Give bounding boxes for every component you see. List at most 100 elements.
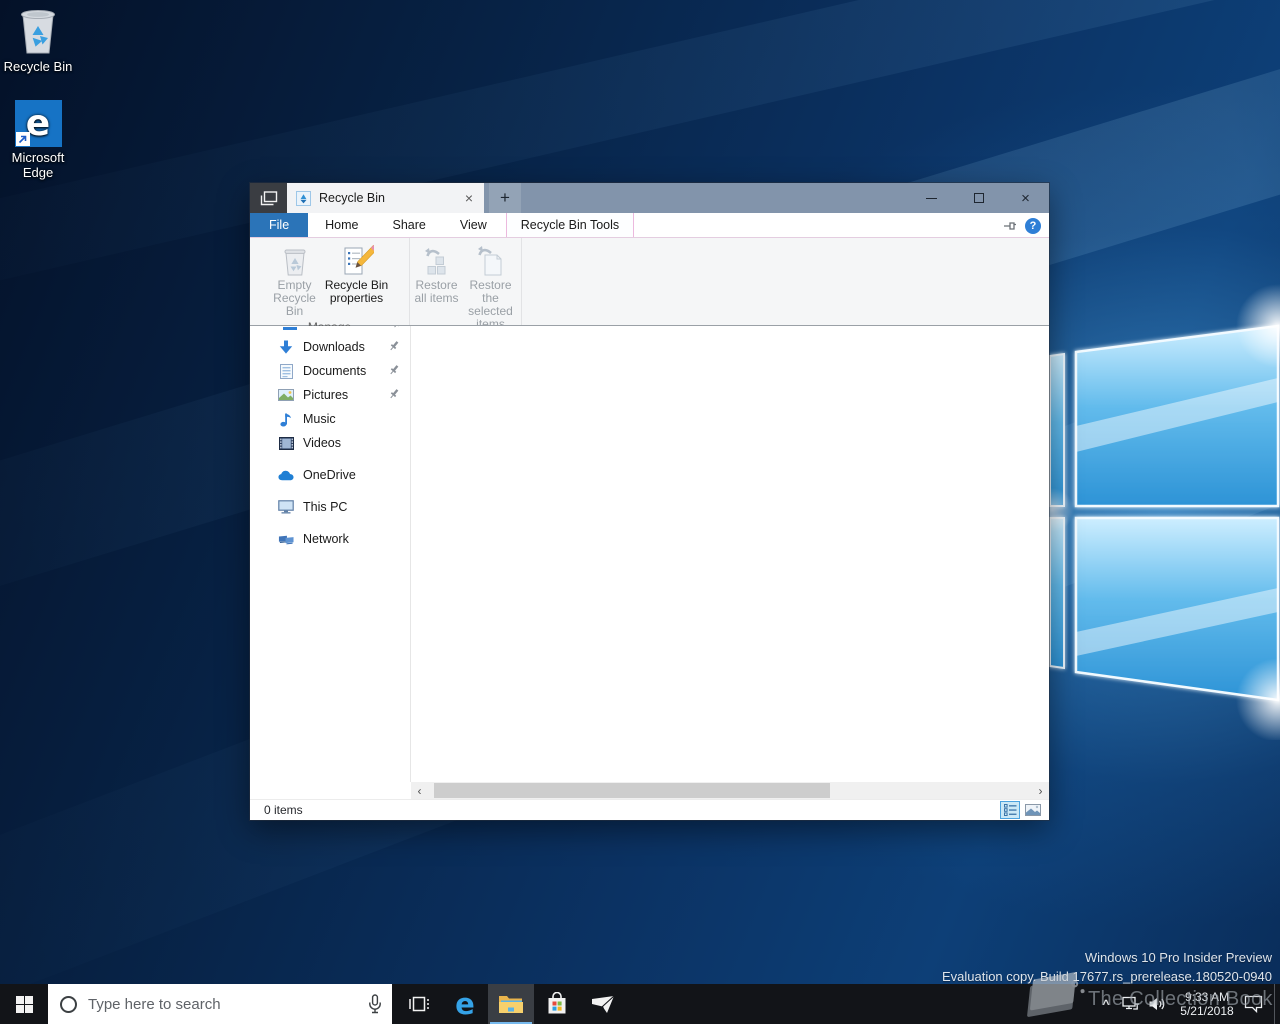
network-icon bbox=[278, 531, 294, 547]
button-label-line2: properties bbox=[329, 291, 384, 305]
details-view-button[interactable] bbox=[1000, 801, 1020, 819]
taskbar-clock[interactable]: 9:33 AM 5/21/2018 bbox=[1170, 984, 1244, 1024]
minimize-button[interactable] bbox=[908, 183, 955, 213]
desktop: Recycle Bin e Microsoft Edge Windows 10 … bbox=[0, 0, 1280, 1024]
menu-home[interactable]: Home bbox=[308, 213, 375, 237]
taskbar-mail-button[interactable] bbox=[580, 984, 626, 1024]
task-view-button[interactable] bbox=[396, 984, 442, 1024]
recycle-bin-icon bbox=[21, 10, 55, 54]
action-center-button[interactable] bbox=[1238, 984, 1268, 1024]
pin-icon bbox=[390, 341, 399, 351]
edge-tile-icon: e bbox=[14, 100, 62, 147]
sidebar-item-label: Pictures bbox=[303, 388, 349, 402]
sidebar-item-network[interactable]: Network bbox=[250, 527, 410, 551]
tab-title: Recycle Bin bbox=[319, 191, 385, 205]
file-list-pane[interactable] bbox=[411, 326, 1049, 782]
sidebar-item-music[interactable]: Music bbox=[250, 407, 410, 431]
tab-close-button[interactable]: × bbox=[460, 189, 478, 207]
ribbon-group-restore: Restore all items Restore the selected i… bbox=[410, 238, 522, 347]
menu-file[interactable]: File bbox=[250, 213, 309, 237]
pin-ribbon-icon[interactable] bbox=[1003, 220, 1017, 232]
window-tab-recycle-bin[interactable]: Recycle Bin × bbox=[287, 183, 484, 213]
thumbnail-view-icon bbox=[1025, 804, 1041, 816]
minimize-icon bbox=[926, 197, 937, 199]
help-button[interactable]: ? bbox=[1025, 217, 1041, 234]
stacked-tabs-icon bbox=[260, 190, 277, 205]
hscroll-row: ‹ › bbox=[250, 782, 1049, 799]
volume-tray-icon[interactable] bbox=[1144, 984, 1170, 1024]
scrollbar-thumb[interactable] bbox=[434, 783, 830, 798]
sidebar-item-label: Downloads bbox=[303, 340, 365, 354]
sidebar-item-videos[interactable]: Videos bbox=[250, 431, 410, 455]
close-button[interactable]: × bbox=[1002, 183, 1049, 213]
clock-date: 5/21/2018 bbox=[1180, 1004, 1234, 1018]
scroll-right-arrow[interactable]: › bbox=[1032, 782, 1049, 799]
store-icon bbox=[548, 992, 566, 1014]
maximize-button[interactable] bbox=[955, 183, 1002, 213]
status-bar: 0 items bbox=[250, 799, 1049, 820]
sidebar-item-label: OneDrive bbox=[303, 468, 356, 482]
hscroll-left-pad bbox=[250, 782, 411, 799]
sidebar-item-this-pc[interactable]: This PC bbox=[250, 495, 410, 519]
taskbar-store-button[interactable] bbox=[534, 984, 580, 1024]
desktop-icon-edge[interactable]: e Microsoft Edge bbox=[0, 100, 76, 180]
mail-icon bbox=[592, 995, 615, 1013]
microphone-icon[interactable] bbox=[368, 994, 382, 1014]
shortcut-arrow-icon bbox=[15, 132, 30, 146]
navigation-pane: Downloads Documents Pictures Music Video… bbox=[250, 326, 411, 782]
restore-all-items-button[interactable]: Restore all items bbox=[412, 241, 462, 333]
scrollbar-track[interactable] bbox=[428, 782, 1032, 799]
titlebar-drag-area[interactable] bbox=[521, 183, 908, 213]
clipped-sidebar-item[interactable] bbox=[250, 326, 410, 335]
recycle-bin-properties-button[interactable]: Recycle Bin properties bbox=[322, 241, 392, 320]
taskbar-search[interactable] bbox=[48, 984, 392, 1024]
sidebar-item-pictures[interactable]: Pictures bbox=[250, 383, 410, 407]
ribbon: Empty Recycle Bin Recycle Bin properties… bbox=[250, 238, 1049, 347]
titlebar[interactable]: Recycle Bin × + × bbox=[250, 183, 1049, 213]
menu-share[interactable]: Share bbox=[376, 213, 443, 237]
sidebar-item-label: Network bbox=[303, 532, 349, 546]
downloads-icon bbox=[278, 339, 294, 355]
ribbon-tab-strip: File Home Share View Recycle Bin Tools ? bbox=[250, 213, 1049, 238]
sidebar-item-onedrive[interactable]: OneDrive bbox=[250, 463, 410, 487]
build-watermark: Windows 10 Pro Insider Preview Evaluatio… bbox=[942, 948, 1272, 986]
edge-icon: e bbox=[455, 986, 475, 1021]
menu-view[interactable]: View bbox=[443, 213, 504, 237]
search-input[interactable] bbox=[77, 995, 368, 1013]
pin-icon bbox=[390, 365, 399, 375]
restore-selected-items-button[interactable]: Restore the selected items bbox=[462, 241, 520, 333]
thumbnail-view-button[interactable] bbox=[1023, 801, 1043, 819]
clock-time: 9:33 AM bbox=[1184, 990, 1230, 1004]
tab-list-button[interactable] bbox=[250, 183, 287, 213]
button-label-line2: Recycle Bin bbox=[273, 291, 316, 318]
item-count: 0 items bbox=[264, 803, 303, 817]
maximize-icon bbox=[973, 193, 984, 203]
network-tray-icon[interactable] bbox=[1118, 984, 1144, 1024]
window-body: Downloads Documents Pictures Music Video… bbox=[250, 326, 1049, 782]
action-center-icon bbox=[1244, 995, 1262, 1013]
pin-icon bbox=[394, 326, 400, 328]
taskbar: e ^ bbox=[0, 984, 1280, 1024]
desktop-icon-label: Recycle Bin bbox=[3, 59, 73, 74]
menu-recycle-bin-tools[interactable]: Recycle Bin Tools bbox=[505, 213, 635, 237]
taskbar-edge-button[interactable]: e bbox=[442, 984, 488, 1024]
show-desktop-button[interactable] bbox=[1274, 984, 1280, 1024]
empty-recycle-bin-button[interactable]: Empty Recycle Bin bbox=[268, 241, 322, 320]
music-icon bbox=[278, 411, 294, 427]
details-view-icon bbox=[1003, 804, 1016, 816]
clipped-item-icon bbox=[283, 326, 297, 330]
new-tab-button[interactable]: + bbox=[489, 183, 521, 213]
desktop-icon-recycle-bin[interactable]: Recycle Bin bbox=[0, 6, 76, 74]
horizontal-scrollbar[interactable]: ‹ › bbox=[411, 782, 1049, 799]
build-watermark-line1: Windows 10 Pro Insider Preview bbox=[1084, 950, 1272, 965]
sidebar-item-documents[interactable]: Documents bbox=[250, 359, 410, 383]
taskbar-file-explorer-button[interactable] bbox=[488, 984, 534, 1024]
this-pc-icon bbox=[278, 499, 294, 515]
scroll-left-arrow[interactable]: ‹ bbox=[411, 782, 428, 799]
file-explorer-icon bbox=[499, 996, 523, 1013]
sidebar-item-downloads[interactable]: Downloads bbox=[250, 335, 410, 359]
cortana-icon bbox=[60, 995, 77, 1013]
restore-selected-items-icon bbox=[477, 243, 505, 277]
hidden-icons-chevron[interactable]: ^ bbox=[1096, 984, 1116, 1024]
start-button[interactable] bbox=[0, 984, 48, 1024]
